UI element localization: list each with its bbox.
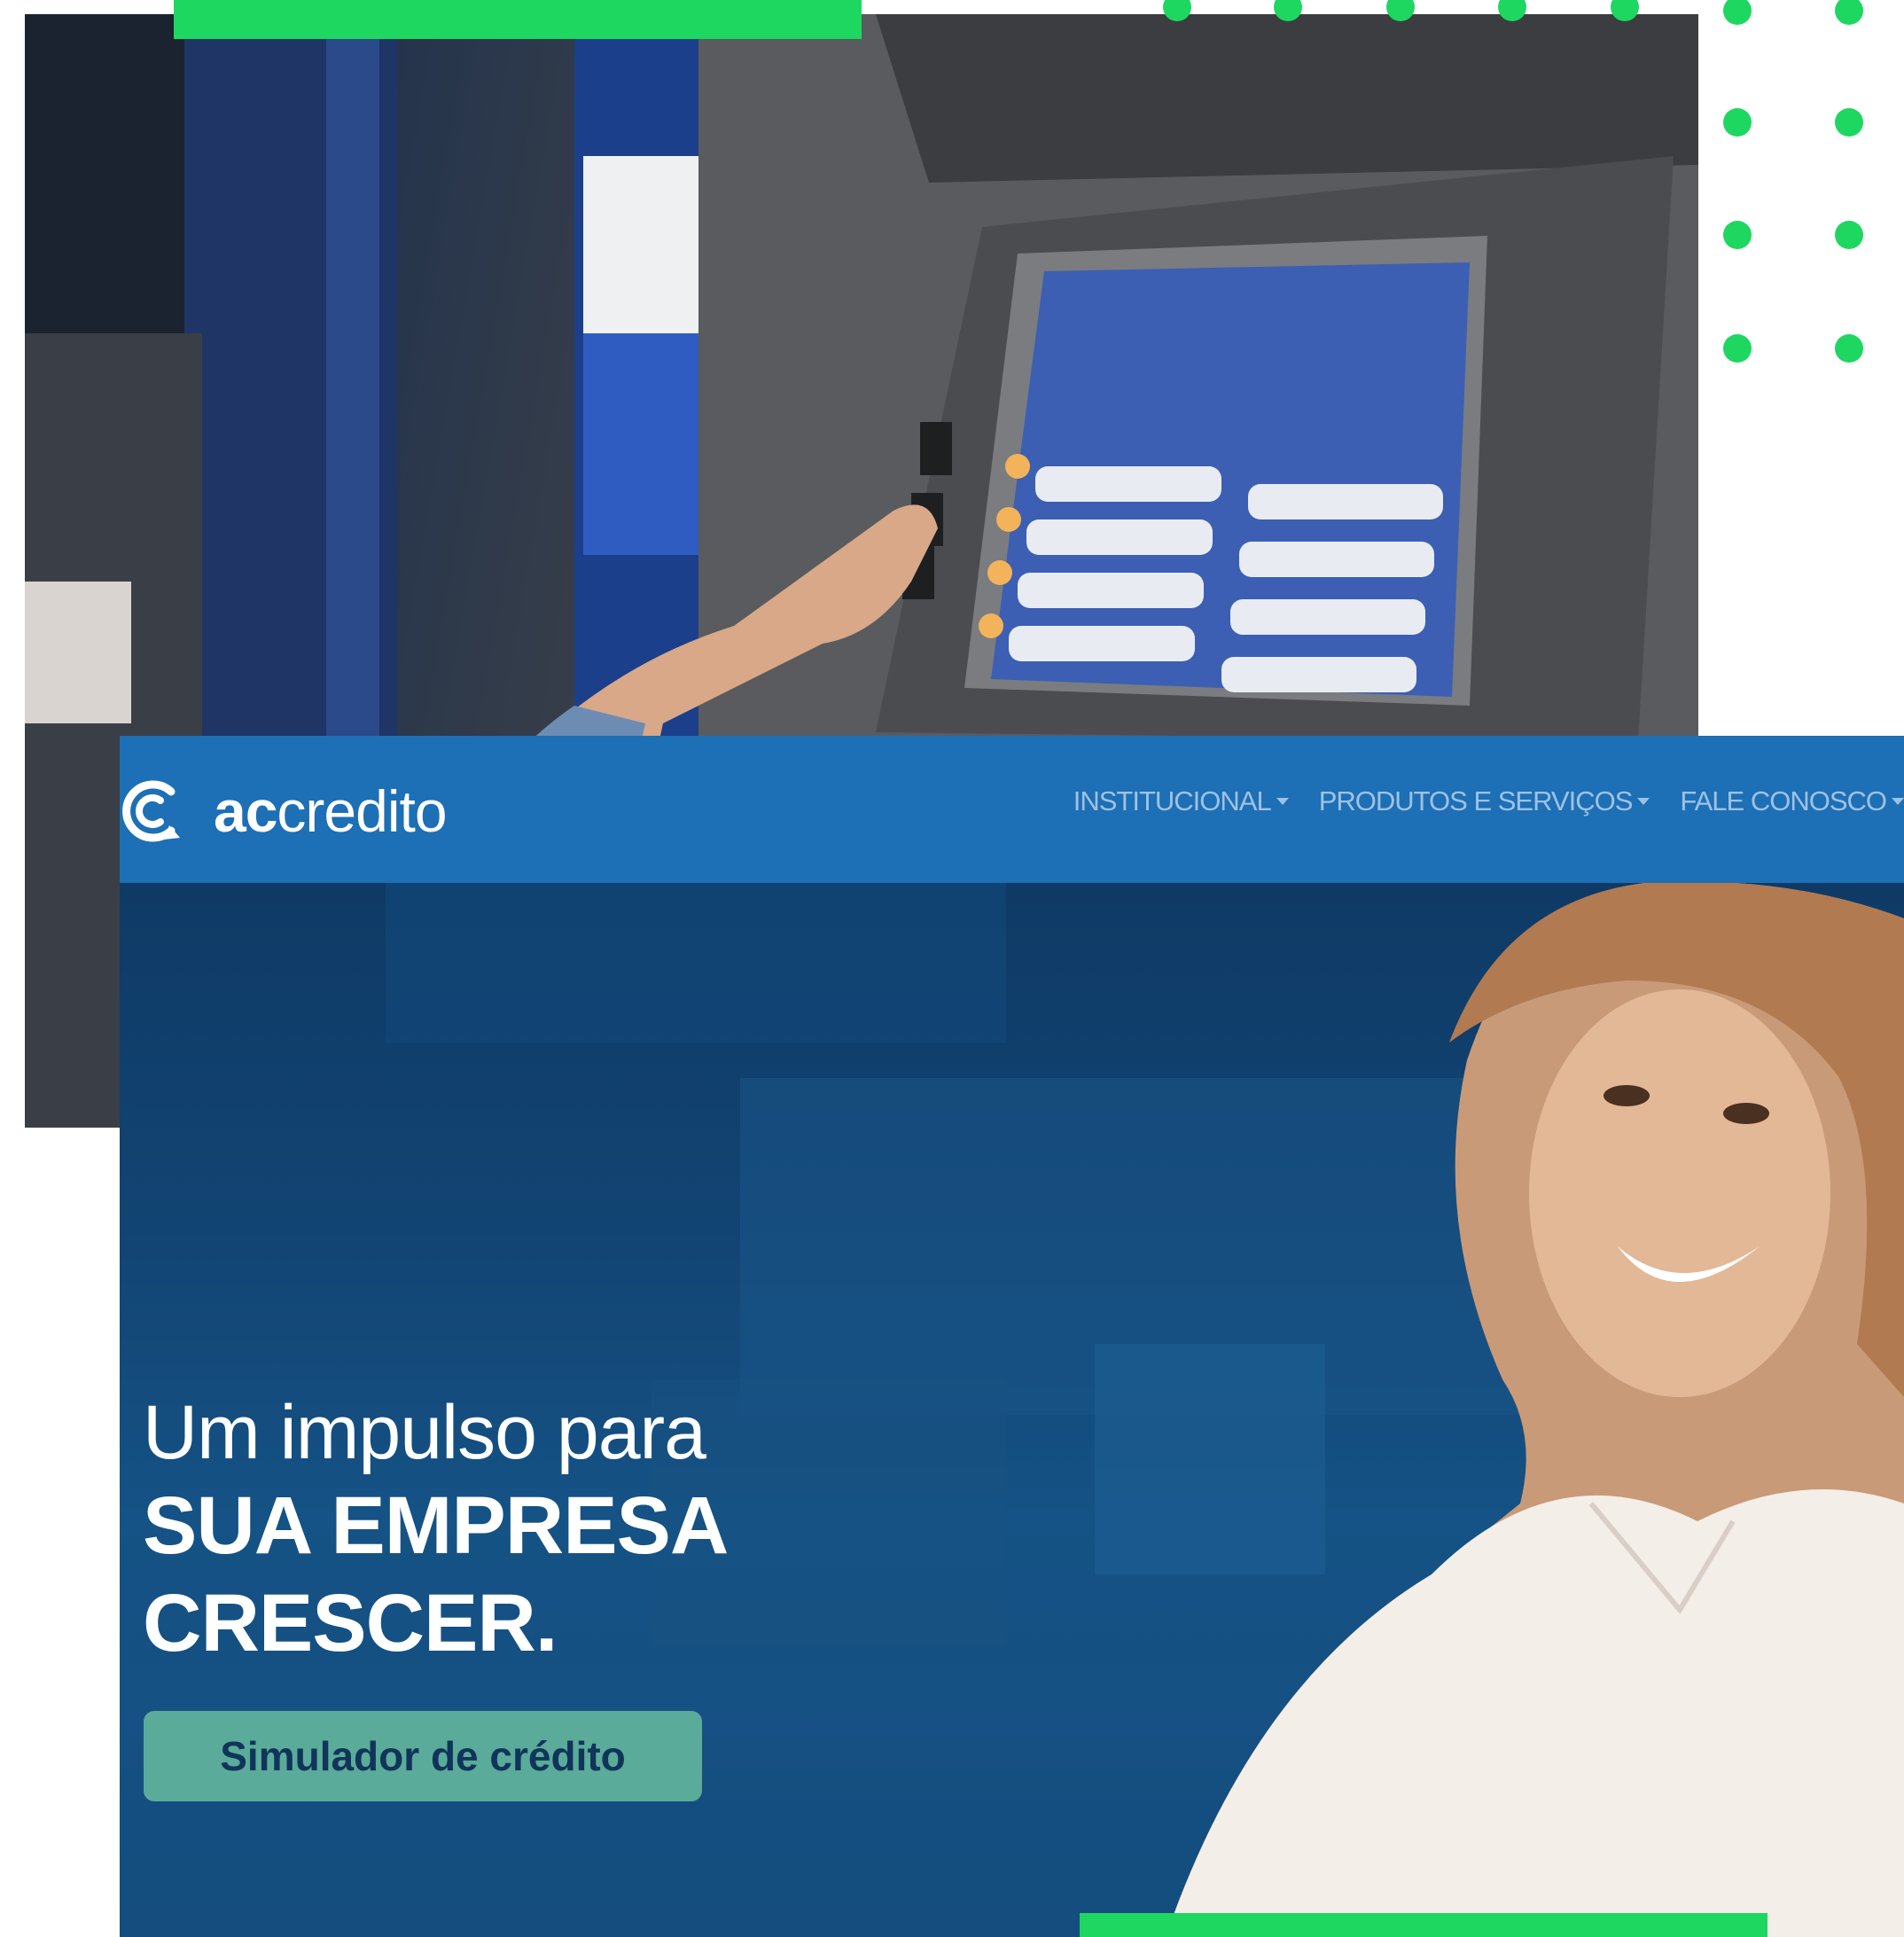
accent-bar-bottom (1080, 1913, 1767, 1937)
hero-headline-line2: SUA EMPRESA (143, 1480, 729, 1571)
website-screenshot: accredito INSTITUCIONAL PRODUTOS E SERVI… (120, 736, 1904, 1937)
top-navbar: accredito INSTITUCIONAL PRODUTOS E SERVI… (120, 736, 1904, 883)
hero-banner: Um impulso para SUA EMPRESA CRESCER. Sim… (120, 883, 1904, 1937)
hero-headline-line3: CRESCER. (143, 1578, 558, 1668)
nav-item-fale-conosco[interactable]: FALE CONOSCO (1680, 785, 1904, 817)
accent-bar-top (174, 0, 862, 39)
nav-item-label: PRODUTOS E SERVIÇOS (1318, 785, 1634, 816)
brand-wordmark-bold: ac (214, 778, 277, 844)
nav-menu: INSTITUCIONAL PRODUTOS E SERVIÇOS FALE C… (1073, 785, 1904, 817)
decorative-dot-grid (1152, 0, 1904, 372)
brand-wordmark: accredito (214, 777, 448, 845)
hero-headline-line1: Um impulso para (143, 1390, 706, 1475)
hero-headline: Um impulso para SUA EMPRESA CRESCER. (143, 1388, 729, 1672)
nav-item-label: FALE CONOSCO (1680, 785, 1887, 816)
chevron-down-icon (1637, 798, 1650, 805)
brand-wordmark-regular: credito (277, 778, 447, 844)
chevron-down-icon (1892, 798, 1904, 805)
nav-item-produtos-servicos[interactable]: PRODUTOS E SERVIÇOS (1319, 785, 1650, 817)
chevron-down-icon (1276, 798, 1289, 805)
composite-canvas: accredito INSTITUCIONAL PRODUTOS E SERVI… (0, 0, 1904, 1937)
brand[interactable]: accredito (120, 771, 448, 851)
nav-item-institucional[interactable]: INSTITUCIONAL (1073, 785, 1289, 817)
nav-item-label: INSTITUCIONAL (1073, 785, 1272, 816)
accredito-c-logo-icon (122, 780, 180, 842)
credit-simulator-button[interactable]: Simulador de crédito (144, 1711, 702, 1801)
